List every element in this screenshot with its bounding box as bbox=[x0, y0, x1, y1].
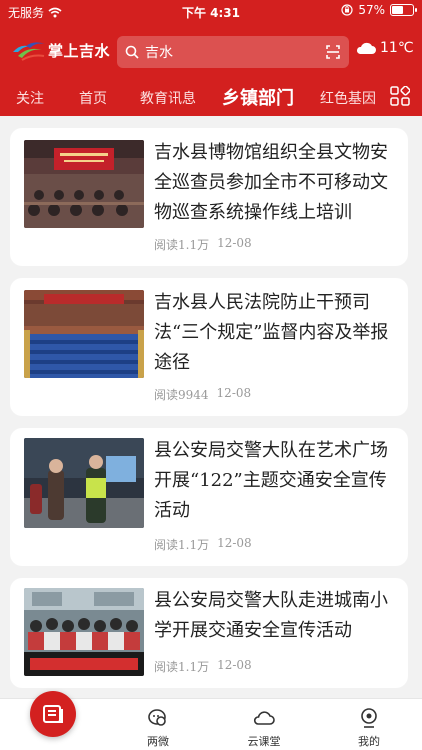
article-card[interactable]: 县公安局交警大队在艺术广场开展“122”主题交通安全宣传活动 阅读1.1万 12… bbox=[10, 428, 408, 566]
article-reads: 阅读1.1万 bbox=[154, 660, 210, 674]
tab-home[interactable]: 首页 bbox=[79, 88, 107, 108]
app-logo[interactable]: 掌上吉水 bbox=[12, 38, 110, 62]
article-meta: 阅读9944 12-08 bbox=[154, 386, 251, 403]
logo-icon bbox=[13, 42, 45, 61]
battery-icon bbox=[390, 4, 417, 16]
news-icon bbox=[43, 705, 63, 723]
search-input[interactable]: 吉水 bbox=[145, 42, 325, 62]
article-date: 12-08 bbox=[217, 236, 252, 250]
nav-cloud-class[interactable]: 云课堂 bbox=[234, 707, 294, 749]
tab-follow[interactable]: 关注 bbox=[16, 88, 44, 108]
tab-red-gene[interactable]: 红色基因 bbox=[320, 88, 378, 108]
scan-icon[interactable] bbox=[325, 44, 341, 60]
channel-grid-icon[interactable] bbox=[390, 86, 410, 106]
nav-label: 两微 bbox=[147, 735, 169, 748]
chat-bubble-icon bbox=[148, 709, 166, 726]
nav-liangwei[interactable]: 两微 bbox=[128, 707, 188, 749]
status-bar: 无服务 下午 4:31 57% bbox=[0, 0, 422, 24]
battery-fill bbox=[392, 6, 403, 14]
article-date: 12-08 bbox=[217, 658, 252, 672]
article-title[interactable]: 吉水县人民法院防止干预司法“三个规定”监督内容及举报途径 bbox=[154, 288, 396, 378]
weather-widget[interactable]: 11℃ bbox=[355, 40, 414, 56]
nav-mine[interactable]: 我的 bbox=[339, 707, 399, 749]
article-meta: 阅读1.1万 12-08 bbox=[154, 236, 252, 253]
article-reads: 阅读1.1万 bbox=[154, 538, 210, 552]
article-thumbnail bbox=[24, 588, 144, 676]
article-thumbnail bbox=[24, 438, 144, 528]
search-bar[interactable]: 吉水 bbox=[117, 36, 349, 68]
nav-home-button[interactable] bbox=[30, 691, 76, 737]
article-meta: 阅读1.1万 12-08 bbox=[154, 536, 252, 553]
article-date: 12-08 bbox=[217, 536, 252, 550]
article-title[interactable]: 吉水县博物馆组织全县文物安全巡查员参加全市不可移动文物巡查系统操作线上培训 bbox=[154, 138, 396, 228]
cloud-icon bbox=[356, 42, 376, 54]
status-right-group: 57% bbox=[341, 3, 417, 17]
tab-education[interactable]: 教育讯息 bbox=[140, 88, 196, 108]
orientation-lock-icon bbox=[341, 4, 353, 16]
battery-percent: 57% bbox=[358, 3, 385, 17]
article-date: 12-08 bbox=[216, 386, 252, 400]
article-card[interactable]: 县公安局交警大队走进城南小学开展交通安全宣传活动 阅读1.1万 12-08 bbox=[10, 578, 408, 688]
nav-label: 云课堂 bbox=[247, 735, 281, 748]
article-title[interactable]: 县公安局交警大队走进城南小学开展交通安全宣传活动 bbox=[154, 586, 396, 646]
search-icon bbox=[125, 45, 139, 59]
nav-label: 我的 bbox=[358, 735, 380, 748]
article-thumbnail bbox=[24, 290, 144, 378]
article-meta: 阅读1.1万 12-08 bbox=[154, 658, 252, 675]
article-reads: 阅读9944 bbox=[154, 388, 209, 402]
top-header-area: 无服务 下午 4:31 57% 掌上吉水 吉水 11℃ 关注 首页 教育讯息 乡… bbox=[0, 0, 422, 116]
channel-tabs: 关注 首页 教育讯息 乡镇部门 红色基因 bbox=[0, 80, 422, 114]
article-card[interactable]: 吉水县博物馆组织全县文物安全巡查员参加全市不可移动文物巡查系统操作线上培训 阅读… bbox=[10, 128, 408, 266]
temperature: 11℃ bbox=[380, 40, 414, 56]
article-thumbnail bbox=[24, 140, 144, 228]
article-card[interactable]: 吉水县人民法院防止干预司法“三个规定”监督内容及举报途径 阅读9944 12-0… bbox=[10, 278, 408, 416]
app-header: 掌上吉水 吉水 11℃ bbox=[0, 34, 422, 72]
app-name: 掌上吉水 bbox=[48, 41, 111, 60]
tab-towns-departments[interactable]: 乡镇部门 bbox=[222, 84, 294, 110]
cloud-outline-icon bbox=[253, 711, 275, 725]
user-icon bbox=[361, 708, 377, 728]
bottom-nav: 两微 云课堂 我的 bbox=[0, 691, 422, 750]
article-reads: 阅读1.1万 bbox=[154, 238, 210, 252]
article-title[interactable]: 县公安局交警大队在艺术广场开展“122”主题交通安全宣传活动 bbox=[154, 436, 396, 526]
